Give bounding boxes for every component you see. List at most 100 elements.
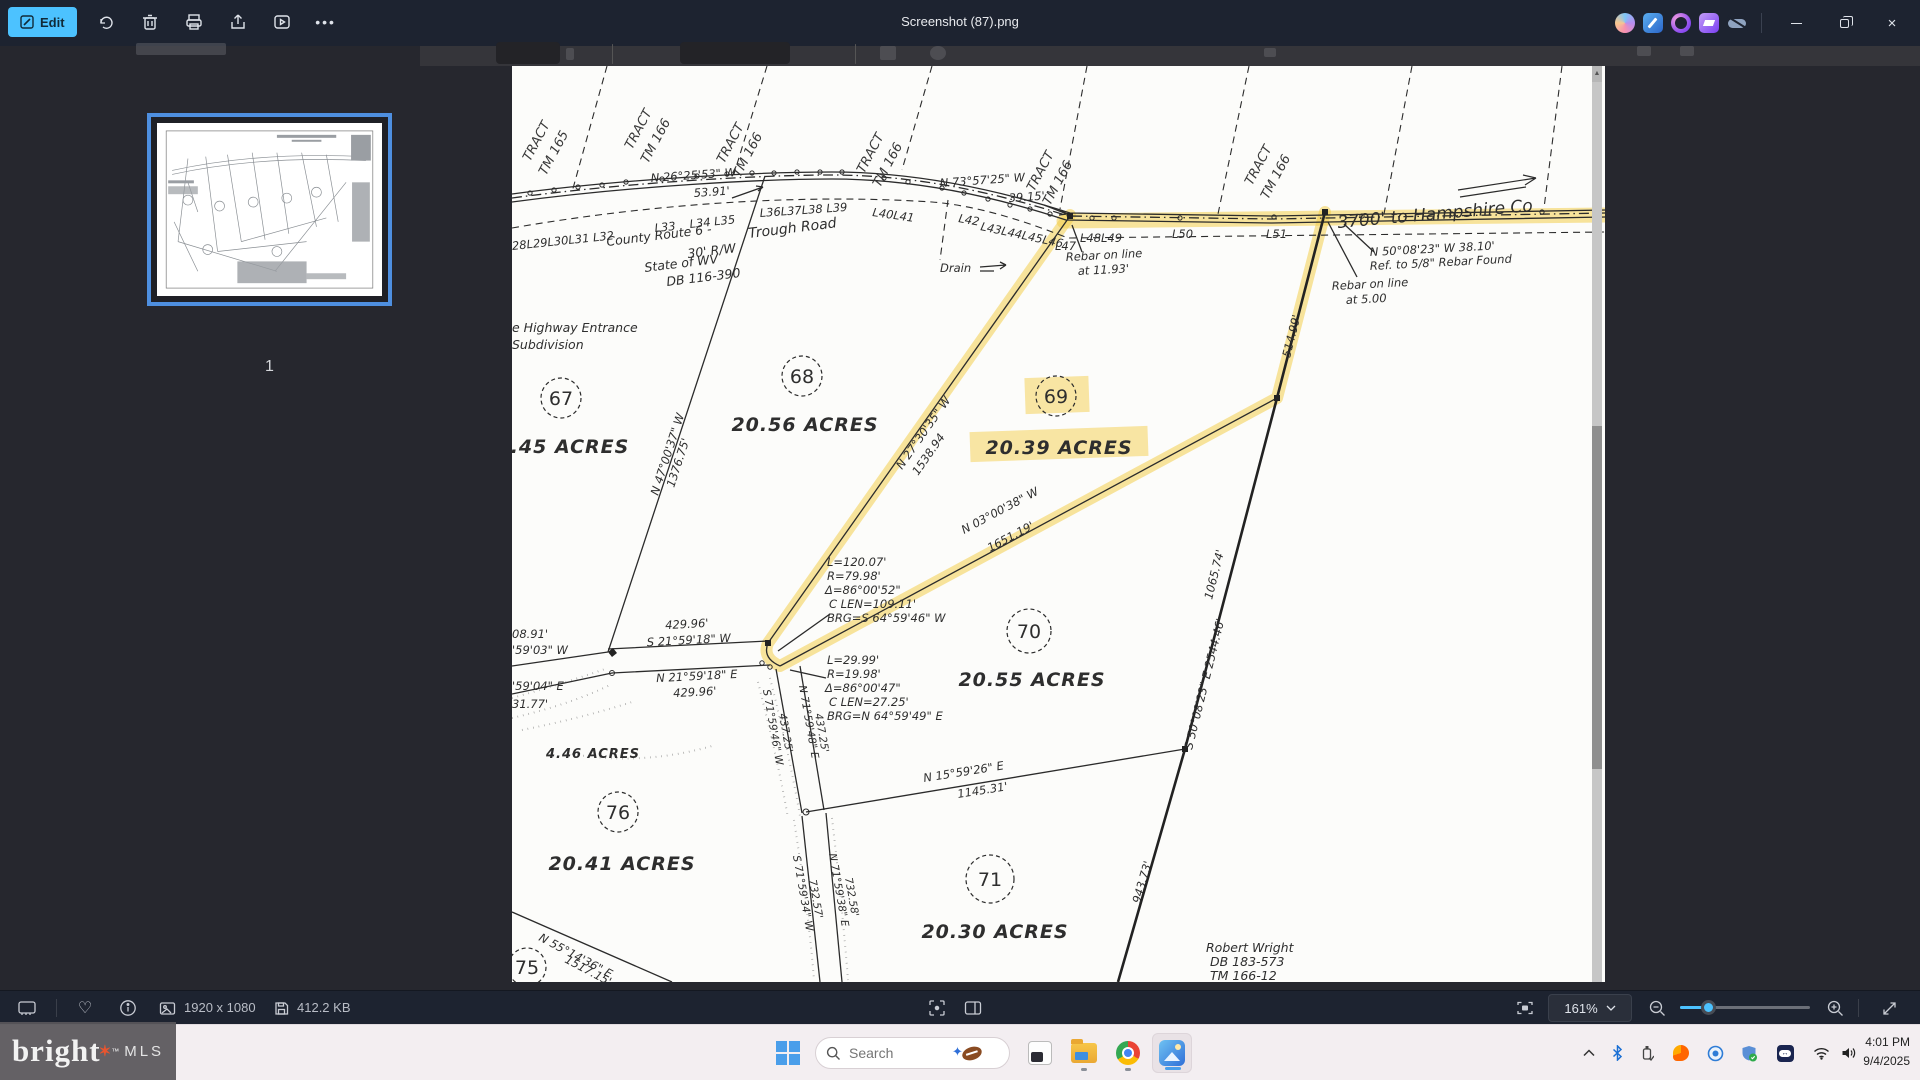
rotate-button[interactable] bbox=[91, 7, 121, 37]
l-labels-40-41: L40L41 bbox=[872, 205, 916, 225]
speaker-icon[interactable] bbox=[1836, 1039, 1862, 1067]
zoom-level-value: 161% bbox=[1564, 1001, 1597, 1016]
lot-67-acres: .45 ACRES bbox=[512, 436, 629, 458]
print-button[interactable] bbox=[179, 7, 209, 37]
pdf-scrollbar-thumb[interactable] bbox=[1592, 426, 1602, 769]
plat-map-page: TRACT TM 165 TRACT TM 166 TRACT TM 166 T… bbox=[512, 66, 1605, 982]
edit-image-icon[interactable] bbox=[1643, 13, 1663, 33]
file-size: 412.2 KB bbox=[297, 1000, 351, 1015]
curve1-delta: Δ=86°00'52" bbox=[824, 583, 901, 597]
fullscreen-expand-button[interactable] bbox=[1874, 995, 1904, 1021]
target-circle-icon[interactable] bbox=[1702, 1039, 1728, 1067]
lot-68-number: 68 bbox=[790, 366, 814, 388]
curve1-chord-length: C LEN=109.11' bbox=[829, 597, 916, 611]
search-icon bbox=[826, 1046, 841, 1061]
tray-chevron-up[interactable] bbox=[1576, 1039, 1602, 1067]
watermark-mls: MLS bbox=[124, 1043, 164, 1060]
fit-to-window-icon[interactable] bbox=[1510, 995, 1540, 1021]
adobe-tray-icon[interactable] bbox=[1668, 1039, 1694, 1067]
map-labels: TRACT TM 165 TRACT TM 166 TRACT TM 166 T… bbox=[512, 106, 1534, 982]
more-options-button[interactable]: ••• bbox=[311, 7, 341, 37]
zoom-in-button[interactable] bbox=[1820, 995, 1850, 1021]
bearing-7357: N 73°57'25" W bbox=[939, 170, 1026, 190]
statusbar: ♡ 1920 x 1080 412.2 KB 161% bbox=[0, 990, 1920, 1024]
file-size-icon bbox=[266, 995, 296, 1021]
running-indicator bbox=[1081, 1068, 1087, 1071]
window-title: Screenshot (87).png bbox=[760, 14, 1160, 29]
seg-429-dist-bot: 429.96' bbox=[673, 684, 717, 700]
favorite-heart-icon[interactable]: ♡ bbox=[70, 995, 100, 1021]
dist-5391: 53.91' bbox=[693, 184, 730, 200]
edit-button[interactable]: Edit bbox=[8, 7, 77, 37]
info-icon[interactable] bbox=[113, 995, 143, 1021]
active-indicator bbox=[1165, 1067, 1181, 1070]
l-label-51: L51 bbox=[1266, 227, 1287, 241]
bluetooth-icon[interactable] bbox=[1604, 1039, 1630, 1067]
windows-logo-icon bbox=[776, 1041, 800, 1065]
titlebar-divider bbox=[1761, 13, 1762, 33]
lot-76-number: 76 bbox=[606, 802, 630, 824]
filmstrip-toggle-button[interactable] bbox=[12, 995, 42, 1021]
seg-429-dist-top: 429.96' bbox=[665, 616, 709, 632]
zoom-out-button[interactable] bbox=[1642, 995, 1672, 1021]
scroll-up-arrow[interactable]: ▲ bbox=[1592, 66, 1602, 82]
l-labels-34-35: L34 L35 bbox=[689, 212, 736, 231]
l-labels-43-46: L43L44L45L46 bbox=[979, 219, 1064, 250]
taskbar-clock[interactable]: 4:01 PM 9/4/2025 bbox=[1863, 1033, 1910, 1071]
lot-68-acres: 20.56 ACRES bbox=[731, 414, 878, 436]
drain-label: Drain bbox=[940, 261, 971, 275]
delete-button[interactable] bbox=[135, 7, 165, 37]
zoom-slider-thumb[interactable] bbox=[1701, 1000, 1716, 1015]
windows-security-shield-icon[interactable] bbox=[1736, 1039, 1762, 1067]
lot-70-number: 70 bbox=[1017, 621, 1041, 643]
edge-bearing-5904: '59'04" E bbox=[512, 679, 565, 693]
dimensions-icon bbox=[152, 995, 182, 1021]
zoom-slider[interactable] bbox=[1680, 1006, 1810, 1009]
close-button[interactable]: × bbox=[1872, 3, 1912, 43]
taskbar: ✦ ↔ 4:01 PM 9/4/2025 bbox=[0, 1024, 1920, 1080]
l-label-33: L33 bbox=[654, 219, 676, 235]
taskbar-search[interactable]: ✦ bbox=[815, 1037, 1010, 1069]
l-labels-28-32: L28L29L30L31 L32 bbox=[512, 228, 615, 253]
edge-bearing-5903: '59'03" W bbox=[512, 643, 569, 657]
minimize-button[interactable] bbox=[1776, 3, 1816, 43]
zoom-level-dropdown[interactable]: 161% bbox=[1548, 994, 1632, 1022]
share-button[interactable] bbox=[223, 7, 253, 37]
owner-deed: DB 183-573 bbox=[1210, 954, 1284, 969]
edge-dist-3177: 31.77' bbox=[512, 697, 548, 711]
lot-69-number: 69 bbox=[1044, 386, 1068, 408]
rebar-note-1-dist: at 11.93' bbox=[1077, 261, 1129, 278]
filmstrip-thumbnail[interactable] bbox=[147, 113, 392, 306]
clock-date: 9/4/2025 bbox=[1863, 1052, 1910, 1071]
curve2-delta: Δ=86°00'47" bbox=[824, 681, 901, 695]
teamviewer-icon[interactable]: ↔ bbox=[1772, 1039, 1798, 1067]
viewer-content: 1 bbox=[0, 46, 1920, 990]
owner-name: Robert Wright bbox=[1206, 940, 1295, 955]
taskbar-item-snipping[interactable] bbox=[1020, 1033, 1060, 1073]
rebar-note-2: Rebar on line bbox=[1331, 275, 1408, 293]
restore-button[interactable] bbox=[1824, 3, 1864, 43]
clipchamp-icon[interactable] bbox=[1699, 13, 1719, 33]
embedded-pdf-scrollbar[interactable]: ▲ bbox=[1592, 66, 1602, 982]
search-input[interactable] bbox=[849, 1045, 944, 1061]
taskbar-item-file-explorer[interactable] bbox=[1064, 1033, 1104, 1073]
onedrive-slash-icon[interactable] bbox=[1727, 13, 1747, 33]
curve1-bearing: BRG=S 64°59'46" W bbox=[827, 611, 946, 625]
designer-icon[interactable] bbox=[1671, 13, 1691, 33]
dist-514: 514.99' bbox=[1279, 313, 1303, 359]
football-icon bbox=[960, 1044, 983, 1063]
bearing-5008: S 50°08'23" E 2544.46' bbox=[1181, 617, 1227, 751]
usb-device-icon[interactable] bbox=[1634, 1039, 1660, 1067]
slideshow-button[interactable] bbox=[267, 7, 297, 37]
l-label-42: L42 bbox=[957, 211, 980, 228]
snipping-app-icon bbox=[1028, 1041, 1052, 1065]
drain-leader-dashed bbox=[940, 200, 948, 260]
layout-compare-icon[interactable] bbox=[958, 995, 988, 1021]
selection-scan-icon[interactable] bbox=[922, 995, 952, 1021]
brightmls-watermark: bright✶™MLS bbox=[0, 1022, 176, 1080]
wifi-icon[interactable] bbox=[1808, 1039, 1834, 1067]
copilot-icon[interactable] bbox=[1615, 13, 1635, 33]
taskbar-item-chrome[interactable] bbox=[1108, 1033, 1148, 1073]
start-button[interactable] bbox=[768, 1033, 808, 1073]
taskbar-item-photos-active[interactable] bbox=[1152, 1033, 1192, 1073]
